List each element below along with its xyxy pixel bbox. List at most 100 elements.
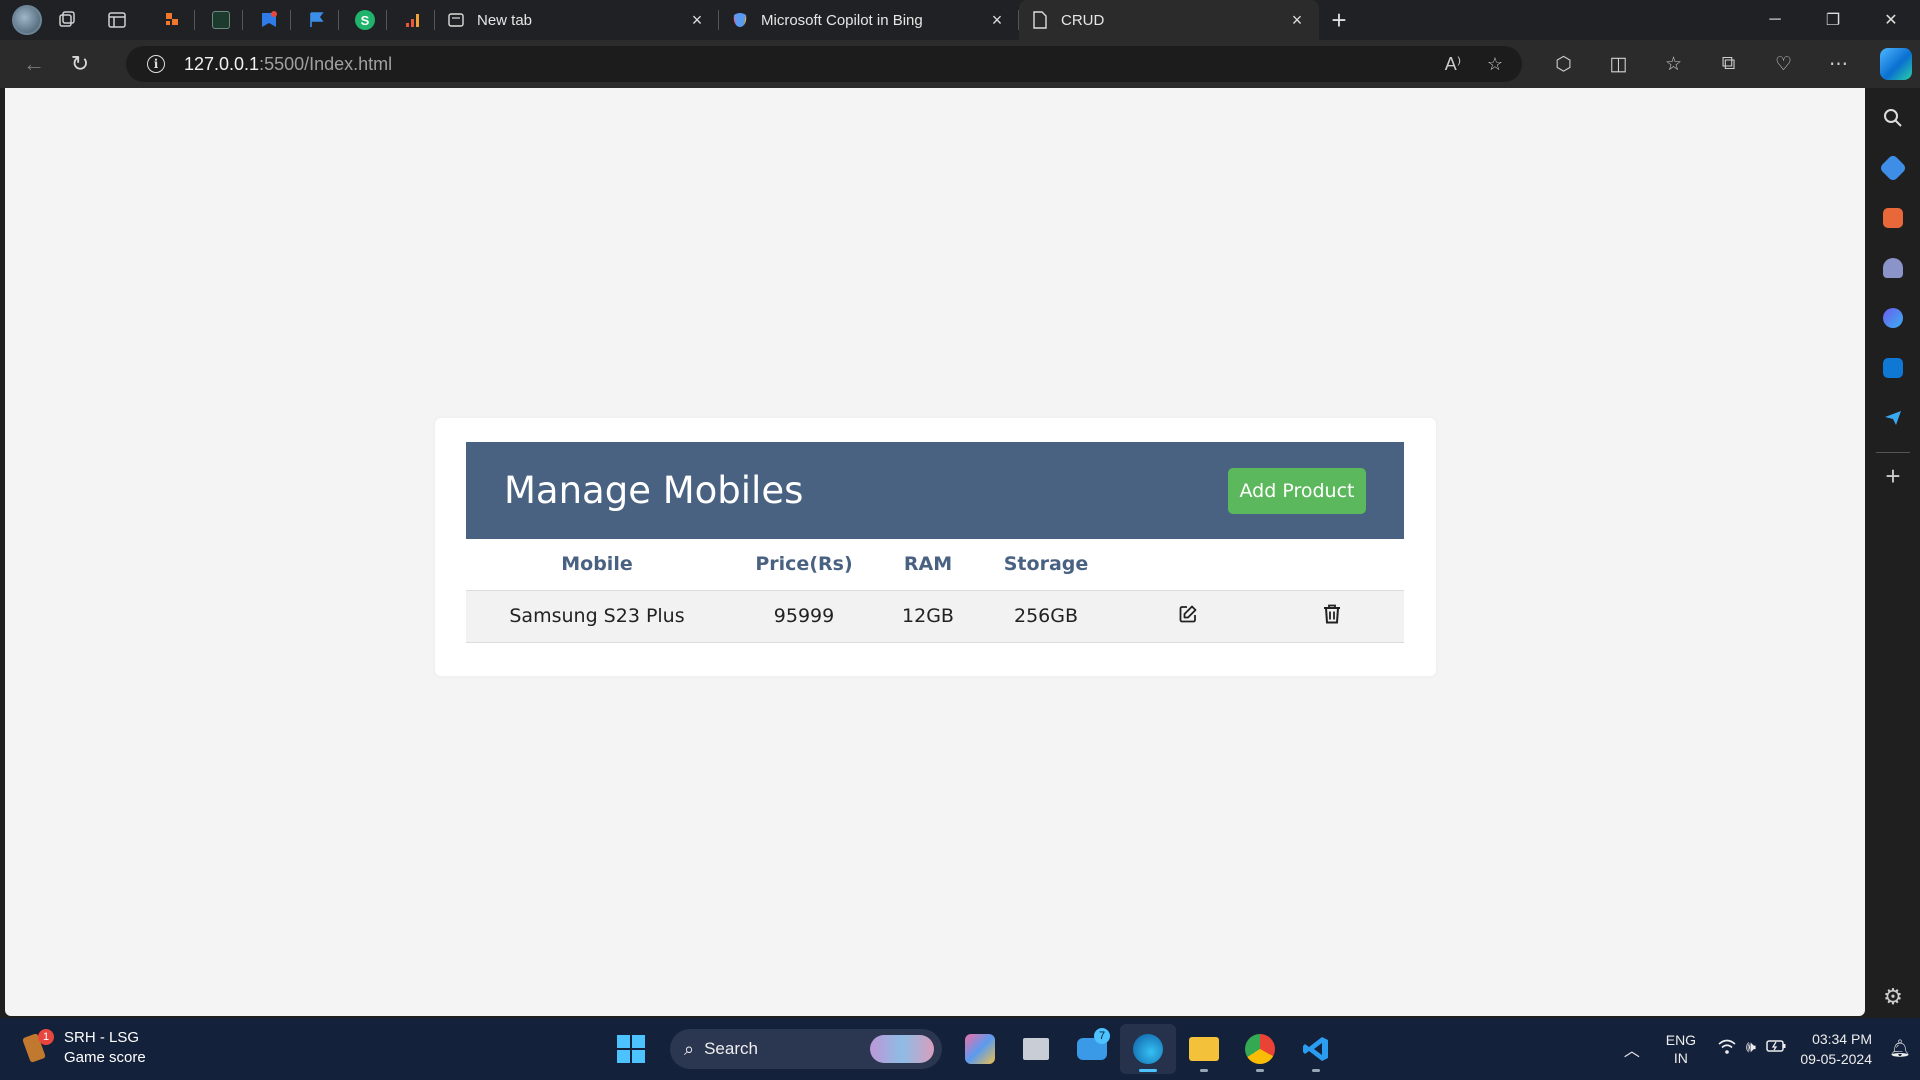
- vscode-icon: [1303, 1037, 1328, 1061]
- edit-icon[interactable]: [1177, 603, 1199, 625]
- widget-badge: 1: [38, 1029, 54, 1045]
- sidebar-search-icon[interactable]: [1873, 98, 1913, 138]
- language-code: ENG: [1665, 1032, 1697, 1048]
- column-header-storage: Storage: [976, 539, 1116, 591]
- close-icon[interactable]: ×: [1287, 10, 1307, 30]
- sidebar-shopping-icon[interactable]: [1873, 148, 1913, 188]
- task-view-icon: [1023, 1038, 1049, 1060]
- widget-title: SRH - LSG: [64, 1029, 140, 1046]
- taskbar-copilot-app[interactable]: [952, 1024, 1008, 1074]
- pinned-tab-3[interactable]: [247, 0, 291, 40]
- sidebar-add-icon[interactable]: +: [1885, 461, 1900, 492]
- sidebar-send-icon[interactable]: [1873, 398, 1913, 438]
- wifi-icon: [1718, 1039, 1736, 1060]
- page-viewport: Manage Mobiles Add Product Mobile Price(…: [5, 88, 1865, 1016]
- pinned-tab-2[interactable]: [199, 0, 243, 40]
- windows-taskbar: 1 SRH - LSG Game score ⌕ Search 7 ︿ ENG …: [0, 1018, 1920, 1080]
- close-window-icon[interactable]: ✕: [1862, 0, 1920, 40]
- score-widget[interactable]: 1 SRH - LSG Game score: [22, 1028, 146, 1068]
- workspaces-icon[interactable]: [47, 0, 87, 40]
- column-header-price: Price(Rs): [728, 539, 880, 591]
- taskbar-search[interactable]: ⌕ Search: [670, 1029, 942, 1069]
- cell-price: 95999: [728, 590, 880, 643]
- close-icon[interactable]: ×: [687, 10, 707, 30]
- pinned-tab-1[interactable]: [151, 0, 195, 40]
- taskbar-file-explorer[interactable]: [1176, 1024, 1232, 1074]
- start-button[interactable]: [606, 1024, 656, 1074]
- cell-edit: [1116, 590, 1260, 643]
- tab-title: CRUD: [1061, 11, 1105, 29]
- pinned-tab-6[interactable]: [391, 0, 435, 40]
- tab-crud[interactable]: CRUD ×: [1019, 0, 1319, 40]
- cursor-app-icon: [212, 11, 230, 29]
- minimize-icon[interactable]: ─: [1746, 0, 1804, 40]
- sidebar-games-icon[interactable]: [1873, 248, 1913, 288]
- page-title: Manage Mobiles: [504, 469, 804, 512]
- new-tab-button[interactable]: +: [1319, 0, 1359, 40]
- region-code: IN: [1673, 1050, 1688, 1066]
- browser-toolbar: ← ↻ i 127.0.0.1:5500/Index.html A⁾ ☆ ⬡ ◫…: [0, 40, 1920, 88]
- address-bar[interactable]: i 127.0.0.1:5500/Index.html A⁾ ☆: [126, 46, 1522, 82]
- column-header-ram: RAM: [880, 539, 976, 591]
- sidebar-divider: [1876, 452, 1910, 453]
- system-tray: ︿ ENG IN 🕪 03:34 PM 09-05-2024 🔔︎: [1612, 1018, 1920, 1080]
- more-options-icon[interactable]: ⋯: [1811, 44, 1866, 84]
- battery-icon: [1766, 1039, 1786, 1060]
- trash-icon[interactable]: [1321, 603, 1343, 625]
- taskbar-vscode[interactable]: [1288, 1024, 1344, 1074]
- favorites-icon[interactable]: ☆: [1646, 44, 1701, 84]
- cell-ram: 12GB: [880, 590, 976, 643]
- blue-bookmark-app-icon: [262, 11, 277, 27]
- split-screen-icon[interactable]: ◫: [1591, 44, 1646, 84]
- refresh-button[interactable]: ↻: [58, 44, 102, 84]
- sidebar-tools-icon[interactable]: [1873, 198, 1913, 238]
- edge-icon: [1133, 1034, 1163, 1064]
- back-button[interactable]: ←: [12, 44, 56, 84]
- cell-mobile: Samsung S23 Plus: [466, 590, 728, 643]
- search-placeholder: Search: [704, 1039, 758, 1058]
- show-hidden-icons-chevron-icon[interactable]: ︿: [1612, 1037, 1652, 1061]
- taskbar-mail[interactable]: 7: [1064, 1024, 1120, 1074]
- extensions-icon[interactable]: ⬡: [1536, 44, 1591, 84]
- site-info-icon[interactable]: i: [136, 55, 176, 73]
- copilot-icon: [731, 11, 749, 29]
- taskbar-chrome[interactable]: [1232, 1024, 1288, 1074]
- tab-new-tab[interactable]: New tab ×: [435, 0, 719, 40]
- clock[interactable]: 03:34 PM 09-05-2024: [1794, 1029, 1880, 1069]
- mail-count-badge: 7: [1094, 1028, 1110, 1044]
- restore-icon[interactable]: ❐: [1804, 0, 1862, 40]
- toolbar-actions: ⬡ ◫ ☆ ⧉ ♡ ⋯: [1536, 44, 1866, 84]
- close-icon[interactable]: ×: [987, 10, 1007, 30]
- folder-icon: [1189, 1037, 1219, 1061]
- browser-essentials-icon[interactable]: ♡: [1756, 44, 1811, 84]
- taskbar-task-view[interactable]: [1008, 1024, 1064, 1074]
- copilot-sidebar-icon[interactable]: [1880, 48, 1912, 80]
- quick-settings[interactable]: 🕪: [1710, 1039, 1794, 1060]
- widget-subtitle: Game score: [64, 1049, 146, 1066]
- notifications-bell-icon[interactable]: 🔔︎: [1880, 1039, 1920, 1059]
- tab-copilot[interactable]: Microsoft Copilot in Bing ×: [719, 0, 1019, 40]
- new-tab-page-icon: [447, 11, 465, 29]
- column-header-delete: [1260, 539, 1404, 591]
- language-indicator[interactable]: ENG IN: [1652, 1031, 1710, 1067]
- pinned-tab-4[interactable]: [295, 0, 339, 40]
- taskbar-edge[interactable]: [1120, 1024, 1176, 1074]
- window-controls: ─ ❐ ✕: [1746, 0, 1920, 40]
- add-product-button[interactable]: Add Product: [1228, 467, 1366, 514]
- sidebar-outlook-icon[interactable]: [1873, 348, 1913, 388]
- tab-title: Microsoft Copilot in Bing: [761, 11, 923, 29]
- url-text: 127.0.0.1:5500/Index.html: [184, 53, 393, 74]
- document-icon: [1031, 11, 1049, 29]
- pinned-tab-5[interactable]: S: [343, 0, 387, 40]
- tab-actions-icon[interactable]: [97, 0, 137, 40]
- table-header-row: Mobile Price(Rs) RAM Storage: [466, 539, 1404, 591]
- sidebar-settings-icon[interactable]: ⚙: [1883, 984, 1903, 1010]
- crud-card: Manage Mobiles Add Product Mobile Price(…: [435, 418, 1436, 676]
- sidebar-copilot-app-icon[interactable]: [1873, 298, 1913, 338]
- cell-delete: [1260, 590, 1404, 643]
- profile-button[interactable]: [7, 0, 47, 40]
- read-aloud-icon[interactable]: A⁾: [1438, 54, 1468, 75]
- favorite-star-icon[interactable]: ☆: [1480, 54, 1510, 75]
- collections-icon[interactable]: ⧉: [1701, 44, 1756, 84]
- volume-icon: 🕪: [1745, 1038, 1756, 1056]
